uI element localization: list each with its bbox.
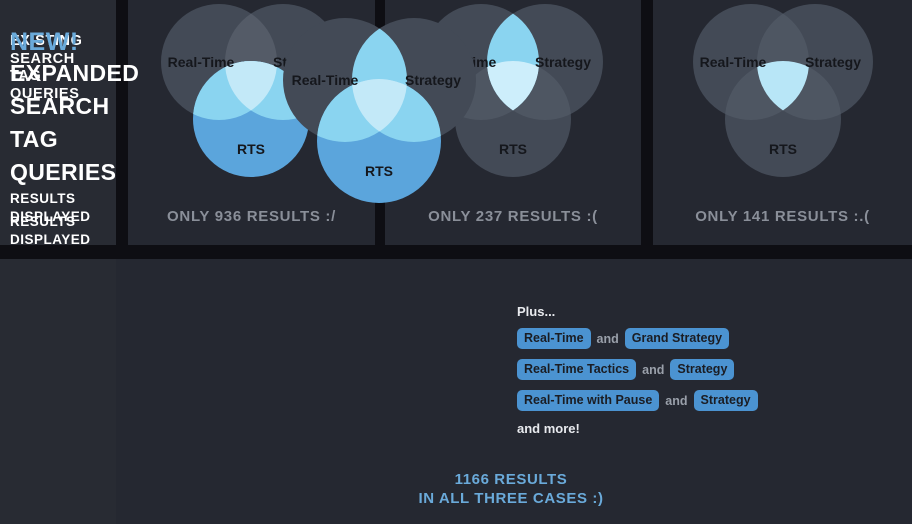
- venn-label-real-time: Real-Time: [700, 54, 767, 70]
- tag-chip[interactable]: Real-Time Tactics: [517, 359, 637, 380]
- expanded-tag-list: Plus... Real-Time and Grand Strategy Rea…: [517, 304, 817, 436]
- tag-connector: and: [596, 331, 619, 346]
- venn-label-strategy: Strategy: [405, 72, 461, 88]
- tag-chip[interactable]: Real-Time: [517, 328, 591, 349]
- heading-line: EXPANDED: [10, 60, 140, 86]
- venn-label-real-time: Real-Time: [168, 54, 235, 70]
- plus-label: Plus...: [517, 304, 556, 319]
- infographic-root: EXISTING SEARCH TAG QUERIES RESULTS DISP…: [0, 0, 912, 524]
- label-line: RESULTS: [10, 214, 76, 229]
- venn-label-rts: RTS: [769, 141, 797, 157]
- heading-line: SEARCH: [10, 93, 110, 119]
- venn-label-strategy: Strategy: [535, 54, 591, 70]
- tag-row: Real-Time Tactics and Strategy: [517, 359, 817, 380]
- tag-chip[interactable]: Strategy: [693, 390, 758, 411]
- tag-row: Real-Time with Pause and Strategy: [517, 390, 817, 411]
- venn-svg-3: Real-Time Strategy RTS: [693, 4, 873, 177]
- panel-3-caption: ONLY 141 RESULTS :.(: [695, 208, 870, 225]
- venn-diagram-3: Real-Time Strategy RTS: [683, 2, 883, 192]
- expanded-queries-heading: EXPANDED SEARCH TAG QUERIES: [10, 57, 139, 189]
- venn-label-rts: RTS: [365, 163, 393, 179]
- caption-line-1: 1166 RESULTS: [454, 471, 568, 488]
- heading-line: QUERIES: [10, 159, 117, 185]
- label-line: DISPLAYED: [10, 232, 91, 247]
- tag-connector: and: [665, 393, 688, 408]
- and-more-label: and more!: [517, 421, 580, 436]
- venn-diagram-bottom: Real-Time Strategy RTS: [272, 16, 487, 226]
- venn-label-real-time: Real-Time: [292, 72, 359, 88]
- venn-label-rts: RTS: [499, 141, 527, 157]
- tag-chip[interactable]: Strategy: [670, 359, 735, 380]
- section-divider: [0, 245, 912, 259]
- caption-line-2: IN ALL THREE CASES :): [418, 490, 604, 507]
- heading-line: TAG: [10, 126, 59, 152]
- bottom-results-displayed-label: RESULTS DISPLAYED: [10, 213, 91, 249]
- new-badge-label: NEW!: [10, 28, 79, 56]
- bottom-results-caption: 1166 RESULTS IN ALL THREE CASES :): [380, 470, 642, 508]
- venn-panel-3: Real-Time Strategy RTS ONLY 141 RESULTS …: [653, 0, 912, 245]
- venn-label-strategy: Strategy: [805, 54, 861, 70]
- tag-chip[interactable]: Grand Strategy: [624, 328, 730, 349]
- venn-label-rts: RTS: [237, 141, 265, 157]
- label-line: RESULTS: [10, 191, 76, 206]
- tag-connector: and: [642, 362, 665, 377]
- tag-chip[interactable]: Real-Time with Pause: [517, 390, 660, 411]
- venn-svg-bottom: Real-Time Strategy RTS: [283, 18, 476, 203]
- tag-row: Real-Time and Grand Strategy: [517, 328, 817, 349]
